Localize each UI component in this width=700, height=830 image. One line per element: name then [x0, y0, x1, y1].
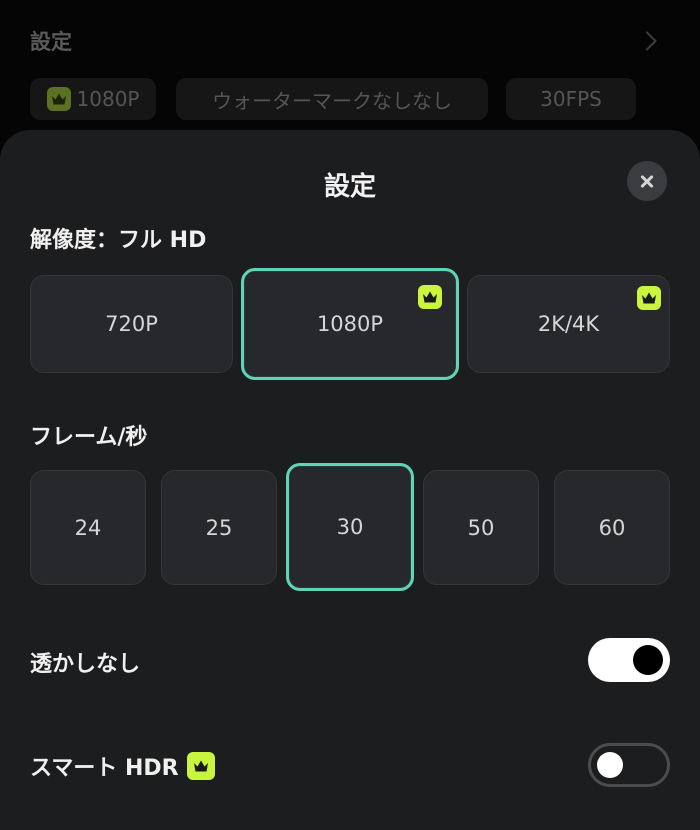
smart-hdr-label: スマート HDR	[30, 750, 215, 782]
watermark-label-text: 透かしなし	[30, 652, 141, 677]
background-chip-watermark: ウォーターマークなしなし	[176, 78, 488, 120]
framerate-label: フレーム/秒	[30, 425, 148, 450]
resolution-option-720p[interactable]: 720P	[30, 275, 233, 373]
resolution-option-2k4k[interactable]: 2K/4K	[467, 275, 670, 373]
crown-icon	[186, 752, 215, 780]
option-label: 1080P	[316, 312, 384, 336]
option-label: 60	[598, 515, 626, 540]
chevron-right-icon	[637, 31, 657, 51]
framerate-option-60[interactable]: 60	[554, 470, 670, 585]
background-chip-label: ウォーターマークなしなし	[212, 88, 452, 113]
crown-icon	[46, 87, 71, 111]
sheet-title: 設定	[323, 172, 376, 202]
option-label: 50	[467, 515, 495, 540]
settings-sheet: 設定 解像度：フル HD 720P 1080P 2K/4K フレーム/秒 24 …	[0, 130, 700, 830]
toggle-knob	[597, 752, 623, 778]
option-label: 2K/4K	[537, 312, 600, 336]
framerate-option-50[interactable]: 50	[423, 470, 539, 585]
framerate-option-30[interactable]: 30	[286, 463, 414, 591]
resolution-label: 解像度：フル HD	[30, 228, 207, 253]
background-chip-resolution: 1080P	[30, 78, 156, 120]
framerate-option-25[interactable]: 25	[161, 470, 277, 585]
close-button[interactable]	[627, 161, 667, 201]
watermark-label: 透かしなし	[30, 646, 140, 678]
option-label: 24	[74, 515, 102, 540]
background-chip-label: 1080P	[76, 87, 140, 111]
option-label: 25	[205, 515, 233, 540]
option-label: 30	[336, 515, 364, 539]
smart-hdr-label-text: スマート HDR	[30, 756, 179, 781]
background-chip-fps: 30FPS	[506, 78, 636, 120]
option-label: 720P	[105, 312, 158, 336]
smart-hdr-toggle[interactable]	[588, 743, 670, 787]
framerate-option-24[interactable]: 24	[30, 470, 146, 585]
resolution-option-1080p[interactable]: 1080P	[241, 268, 459, 380]
toggle-knob	[633, 645, 663, 675]
watermark-toggle[interactable]	[588, 638, 670, 682]
background-title: 設定	[30, 30, 72, 54]
crown-icon	[418, 285, 442, 309]
crown-icon	[637, 286, 661, 310]
background-chip-label: 30FPS	[540, 87, 602, 111]
